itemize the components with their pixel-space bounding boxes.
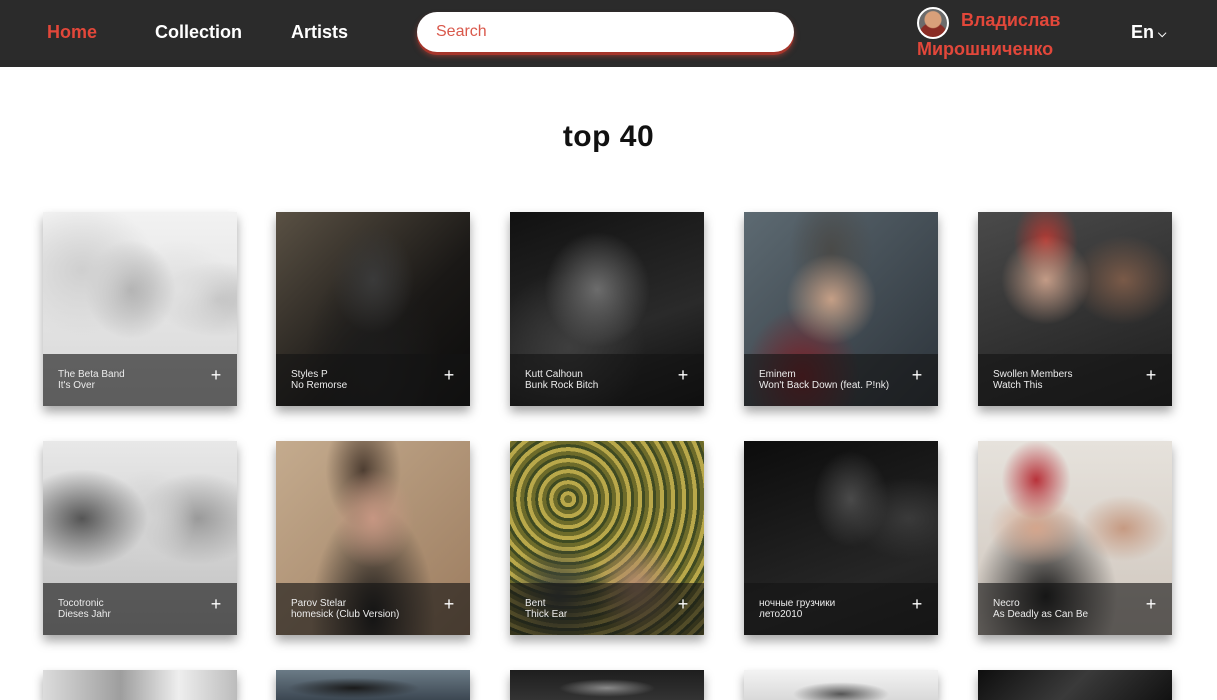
plus-icon[interactable]: +	[209, 595, 223, 613]
artist-photo	[744, 670, 938, 700]
track-card[interactable]: Styles P No Remorse +	[276, 212, 470, 406]
plus-icon[interactable]: +	[442, 366, 456, 384]
track-card[interactable]: Eminem Won't Back Down (feat. P!nk) +	[744, 212, 938, 406]
track-overlay: Tocotronic Dieses Jahr +	[43, 583, 237, 635]
track-card[interactable]: Necro As Deadly as Can Be +	[978, 441, 1172, 635]
plus-icon[interactable]: +	[1144, 595, 1158, 613]
track-artist: Necro	[993, 598, 1020, 609]
track-overlay: Parov Stelar homesick (Club Version) +	[276, 583, 470, 635]
track-artist: Eminem	[759, 369, 796, 380]
track-overlay: ночные грузчики лето2010 +	[744, 583, 938, 635]
track-card[interactable]	[43, 670, 237, 700]
track-artist: The Beta Band	[58, 369, 125, 380]
user-last-name: Мирошниченко	[917, 39, 1054, 59]
track-card[interactable]	[510, 670, 704, 700]
track-overlay: Kutt Calhoun Bunk Rock Bitch +	[510, 354, 704, 406]
track-artist: Styles P	[291, 369, 328, 380]
chevron-down-icon: ⌵	[1158, 27, 1167, 40]
top-navigation-bar: Home Collection Artists Владислав Мирошн…	[0, 0, 1217, 67]
user-avatar[interactable]	[917, 7, 949, 39]
plus-icon[interactable]: +	[910, 595, 924, 613]
track-overlay: Bent Thick Ear +	[510, 583, 704, 635]
track-card[interactable]: Parov Stelar homesick (Club Version) +	[276, 441, 470, 635]
artist-photo	[510, 670, 704, 700]
track-card[interactable]	[978, 670, 1172, 700]
track-card[interactable]: Tocotronic Dieses Jahr +	[43, 441, 237, 635]
plus-icon[interactable]: +	[910, 366, 924, 384]
track-overlay: Necro As Deadly as Can Be +	[978, 583, 1172, 635]
track-artist: ночные грузчики	[759, 598, 836, 609]
track-title: Won't Back Down (feat. P!nk)	[759, 380, 890, 391]
track-title: As Deadly as Can Be	[993, 609, 1089, 620]
search-box	[417, 12, 794, 52]
page-title: top 40	[562, 120, 655, 153]
nav-home-link[interactable]: Home	[47, 21, 97, 43]
track-card[interactable]: ночные грузчики лето2010 +	[744, 441, 938, 635]
nav-artists-link[interactable]: Artists	[291, 21, 348, 43]
track-artist: Kutt Calhoun	[525, 369, 583, 380]
search-input[interactable]	[417, 12, 794, 52]
language-label: En	[1131, 22, 1155, 42]
track-title: Thick Ear	[525, 609, 568, 620]
track-overlay: The Beta Band It's Over +	[43, 354, 237, 406]
plus-icon[interactable]: +	[676, 366, 690, 384]
track-title: лето2010	[759, 609, 803, 620]
track-overlay: Swollen Members Watch This +	[978, 354, 1172, 406]
track-card[interactable]: The Beta Band It's Over +	[43, 212, 237, 406]
track-title: No Remorse	[291, 380, 348, 391]
track-overlay: Eminem Won't Back Down (feat. P!nk) +	[744, 354, 938, 406]
artist-photo	[276, 670, 470, 700]
track-card[interactable]	[276, 670, 470, 700]
track-overlay: Styles P No Remorse +	[276, 354, 470, 406]
track-title: It's Over	[58, 380, 95, 391]
artist-photo	[978, 670, 1172, 700]
track-title: Dieses Jahr	[58, 609, 111, 620]
user-profile[interactable]: Владислав Мирошниченко	[917, 7, 1087, 61]
artist-photo	[43, 670, 237, 700]
track-artist: Parov Stelar	[291, 598, 347, 609]
track-title: Watch This	[993, 380, 1043, 391]
track-title: Bunk Rock Bitch	[525, 380, 599, 391]
plus-icon[interactable]: +	[1144, 366, 1158, 384]
track-artist: Bent	[525, 598, 546, 609]
track-card[interactable]: Kutt Calhoun Bunk Rock Bitch +	[510, 212, 704, 406]
track-title: homesick (Club Version)	[291, 609, 400, 620]
track-card[interactable]: Bent Thick Ear +	[510, 441, 704, 635]
plus-icon[interactable]: +	[676, 595, 690, 613]
track-artist: Tocotronic	[58, 598, 104, 609]
language-selector[interactable]: En ⌵	[1131, 22, 1166, 43]
nav-collection-link[interactable]: Collection	[155, 21, 242, 43]
plus-icon[interactable]: +	[209, 366, 223, 384]
track-artist: Swollen Members	[993, 369, 1073, 380]
track-card[interactable]	[744, 670, 938, 700]
track-card[interactable]: Swollen Members Watch This +	[978, 212, 1172, 406]
user-first-name: Владислав	[961, 10, 1061, 30]
plus-icon[interactable]: +	[442, 595, 456, 613]
